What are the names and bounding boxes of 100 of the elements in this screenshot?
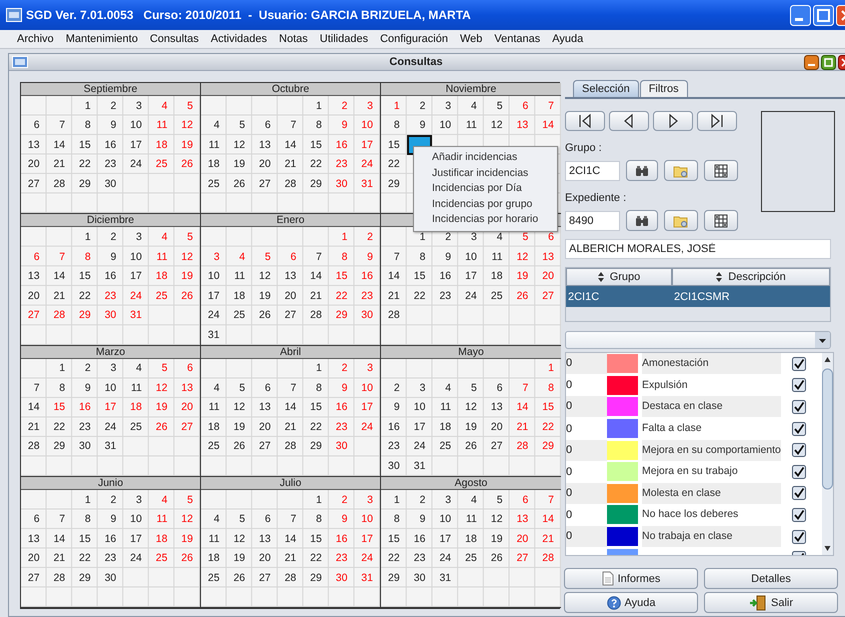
day-cell[interactable]: 30 [98,305,124,325]
day-cell[interactable]: 10 [201,266,227,286]
day-cell[interactable]: 10 [406,398,432,418]
day-cell[interactable]: 22 [72,548,98,568]
day-cell[interactable]: 8 [46,378,72,398]
day-cell[interactable]: 8 [72,116,98,136]
day-cell[interactable]: 26 [148,417,174,437]
day-cell[interactable]: 19 [226,154,252,174]
day-cell[interactable]: 20 [21,548,47,568]
day-cell[interactable]: 1 [381,96,407,116]
day-cell[interactable]: 19 [226,417,252,437]
day-cell[interactable]: 15 [303,528,329,548]
day-cell[interactable]: 21 [46,548,72,568]
day-cell[interactable]: 17 [354,528,380,548]
day-cell[interactable]: 16 [354,266,380,286]
day-cell[interactable]: 20 [174,398,200,418]
day-cell[interactable]: 10 [123,116,149,136]
day-cell[interactable]: 15 [72,528,98,548]
day-cell[interactable]: 12 [458,398,484,418]
day-cell[interactable]: 4 [123,358,149,378]
day-cell[interactable]: 16 [98,135,124,155]
day-cell[interactable]: 29 [72,174,98,194]
day-cell[interactable]: 1 [303,490,329,510]
day-cell[interactable]: 12 [174,116,200,136]
day-cell[interactable]: 30 [328,568,354,588]
day-cell[interactable]: 9 [328,116,354,136]
day-cell[interactable]: 20 [252,154,278,174]
day-cell[interactable]: 13 [252,528,278,548]
day-cell[interactable]: 18 [148,528,174,548]
day-cell[interactable]: 22 [328,286,354,306]
day-cell[interactable]: 5 [174,96,200,116]
day-cell[interactable]: 25 [201,174,227,194]
day-cell[interactable]: 22 [381,154,407,174]
menu-item[interactable]: Consultas [150,33,199,45]
day-cell[interactable]: 11 [201,135,227,155]
day-cell[interactable]: 4 [148,96,174,116]
day-cell[interactable]: 14 [278,528,304,548]
day-cell[interactable]: 3 [354,96,380,116]
day-cell[interactable]: 13 [535,246,561,266]
day-cell[interactable]: 16 [328,398,354,418]
day-cell[interactable]: 27 [252,568,278,588]
day-cell[interactable]: 27 [252,436,278,456]
day-cell[interactable]: 25 [148,548,174,568]
day-cell[interactable]: 17 [98,398,124,418]
day-cell[interactable]: 28 [278,436,304,456]
day-cell[interactable]: 2 [406,96,432,116]
day-cell[interactable]: 19 [174,266,200,286]
day-cell[interactable]: 14 [21,398,47,418]
day-cell[interactable]: 12 [174,246,200,266]
day-cell[interactable]: 3 [406,378,432,398]
day-cell[interactable]: 9 [98,509,124,529]
menu-item[interactable]: Actividades [210,33,268,45]
day-cell[interactable]: 31 [432,568,458,588]
day-cell[interactable]: 9 [328,378,354,398]
day-cell[interactable]: 5 [252,246,278,266]
day-cell[interactable]: 21 [278,548,304,568]
day-cell[interactable]: 21 [46,154,72,174]
menu-option[interactable]: Añadir incidencias [414,150,557,166]
tab[interactable]: Selección [573,80,639,97]
day-cell[interactable]: 6 [252,378,278,398]
day-cell[interactable]: 15 [72,266,98,286]
day-cell[interactable]: 28 [510,436,536,456]
menu-item[interactable]: Notas [279,33,308,45]
day-cell[interactable]: 28 [381,305,407,325]
day-cell[interactable]: 13 [21,266,47,286]
day-cell[interactable]: 22 [303,548,329,568]
day-cell[interactable]: 16 [98,266,124,286]
day-cell[interactable]: 4 [201,116,227,136]
day-cell[interactable]: 17 [406,417,432,437]
day-cell[interactable]: 1 [72,227,98,247]
code-field[interactable]: 2CI1C [565,160,620,180]
day-cell[interactable]: 6 [484,378,510,398]
day-cell[interactable]: 26 [226,174,252,194]
day-cell[interactable]: 30 [98,174,124,194]
day-cell[interactable]: 29 [328,305,354,325]
day-cell[interactable]: 21 [303,286,329,306]
day-cell[interactable]: 6 [278,246,304,266]
day-cell[interactable]: 19 [174,135,200,155]
day-cell[interactable]: 28 [278,568,304,588]
day-cell[interactable]: 13 [21,528,47,548]
day-cell[interactable]: 17 [123,266,149,286]
day-cell[interactable]: 13 [484,398,510,418]
day-cell[interactable]: 9 [432,246,458,266]
day-cell[interactable]: 14 [535,116,561,136]
day-cell[interactable]: 29 [381,568,407,588]
day-cell[interactable]: 28 [303,305,329,325]
day-cell[interactable]: 30 [328,436,354,456]
day-cell[interactable]: 2 [354,227,380,247]
menu-option[interactable]: Incidencias por horario [414,212,557,228]
day-cell[interactable]: 20 [278,286,304,306]
day-cell[interactable]: 15 [46,398,72,418]
day-cell[interactable]: 29 [72,568,98,588]
day-cell[interactable]: 26 [174,286,200,306]
day-cell[interactable]: 7 [535,490,561,510]
day-cell[interactable]: 6 [21,246,47,266]
day-cell[interactable]: 24 [354,417,380,437]
day-cell[interactable]: 25 [201,568,227,588]
day-cell[interactable]: 29 [46,436,72,456]
action-button[interactable]: Informes [564,568,698,589]
day-cell[interactable]: 17 [123,528,149,548]
